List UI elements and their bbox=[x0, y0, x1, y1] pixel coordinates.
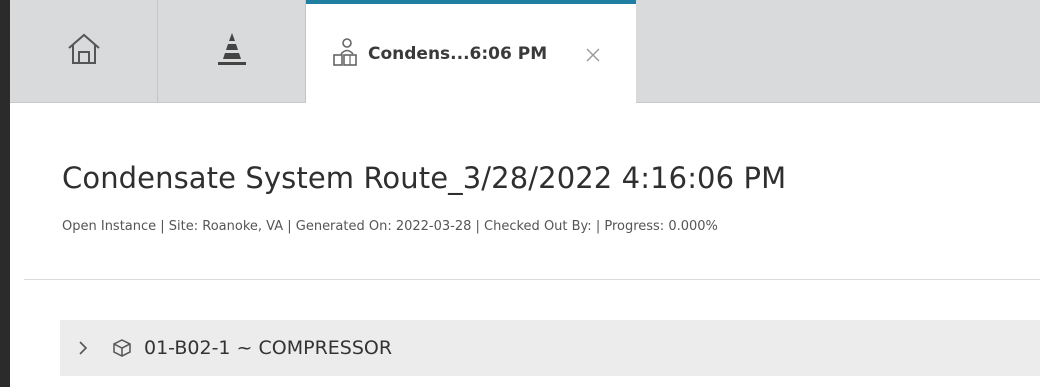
tab-title: Condens...6:06 PM bbox=[368, 43, 548, 64]
tab-route-instance[interactable]: Condens...6:06 PM bbox=[306, 0, 636, 103]
close-icon[interactable] bbox=[584, 46, 602, 64]
window-left-border bbox=[0, 0, 10, 387]
tab-strategy[interactable] bbox=[158, 0, 306, 102]
divider bbox=[24, 279, 1040, 280]
cube-icon bbox=[112, 338, 132, 358]
page-meta: Open Instance | Site: Roanoke, VA | Gene… bbox=[62, 219, 718, 234]
main-content: Condensate System Route_3/28/2022 4:16:0… bbox=[10, 103, 1040, 387]
page-title: Condensate System Route_3/28/2022 4:16:0… bbox=[62, 161, 787, 195]
cone-icon bbox=[215, 31, 249, 71]
route-person-icon bbox=[332, 37, 358, 71]
chevron-right-icon[interactable] bbox=[76, 339, 90, 357]
tab-home[interactable] bbox=[10, 0, 158, 102]
tree-item-label: 01-B02-1 ~ COMPRESSOR bbox=[144, 337, 393, 359]
tree-row[interactable]: 01-B02-1 ~ COMPRESSOR bbox=[60, 320, 1040, 376]
home-icon bbox=[65, 30, 103, 72]
app-window: Condens...6:06 PM Condensate System Rout… bbox=[0, 0, 1040, 387]
tab-bar: Condens...6:06 PM bbox=[10, 0, 1040, 103]
